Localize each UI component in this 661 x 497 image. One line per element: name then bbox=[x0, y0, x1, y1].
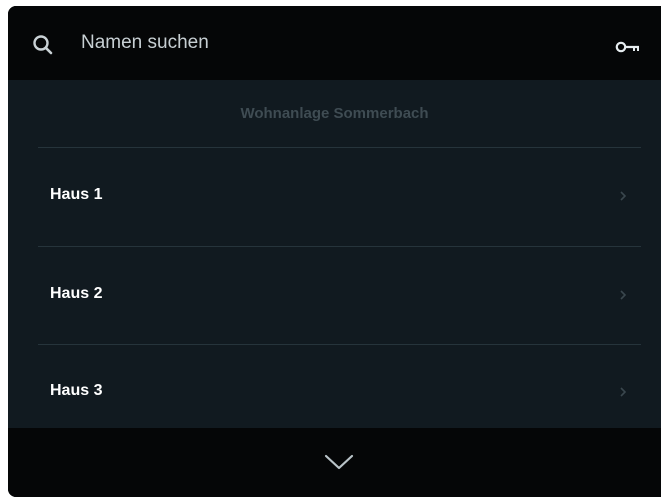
list-item-label: Haus 1 bbox=[50, 186, 103, 203]
location-title: Wohnanlage Sommerbach bbox=[240, 105, 429, 122]
key-icon[interactable] bbox=[615, 39, 647, 55]
search-input[interactable] bbox=[81, 28, 561, 58]
divider bbox=[38, 344, 641, 345]
divider bbox=[38, 246, 641, 247]
list-item-haus-2[interactable]: Haus 2 bbox=[38, 265, 641, 325]
scroll-down-button[interactable] bbox=[8, 428, 661, 497]
intercom-screen: Wohnanlage Sommerbach Haus 1 Haus 2 Haus… bbox=[8, 6, 661, 497]
list-item-label: Haus 2 bbox=[50, 285, 103, 302]
chevron-right-icon bbox=[620, 191, 627, 201]
divider bbox=[38, 147, 641, 148]
list-item-haus-1[interactable]: Haus 1 bbox=[38, 166, 641, 226]
list-item-label: Haus 3 bbox=[50, 382, 103, 399]
search-bar bbox=[8, 6, 661, 80]
chevron-right-icon bbox=[620, 290, 627, 300]
chevron-down-icon bbox=[324, 454, 354, 470]
chevron-right-icon bbox=[620, 387, 627, 397]
list-item-haus-3[interactable]: Haus 3 bbox=[38, 362, 641, 422]
search-icon[interactable] bbox=[31, 33, 55, 57]
